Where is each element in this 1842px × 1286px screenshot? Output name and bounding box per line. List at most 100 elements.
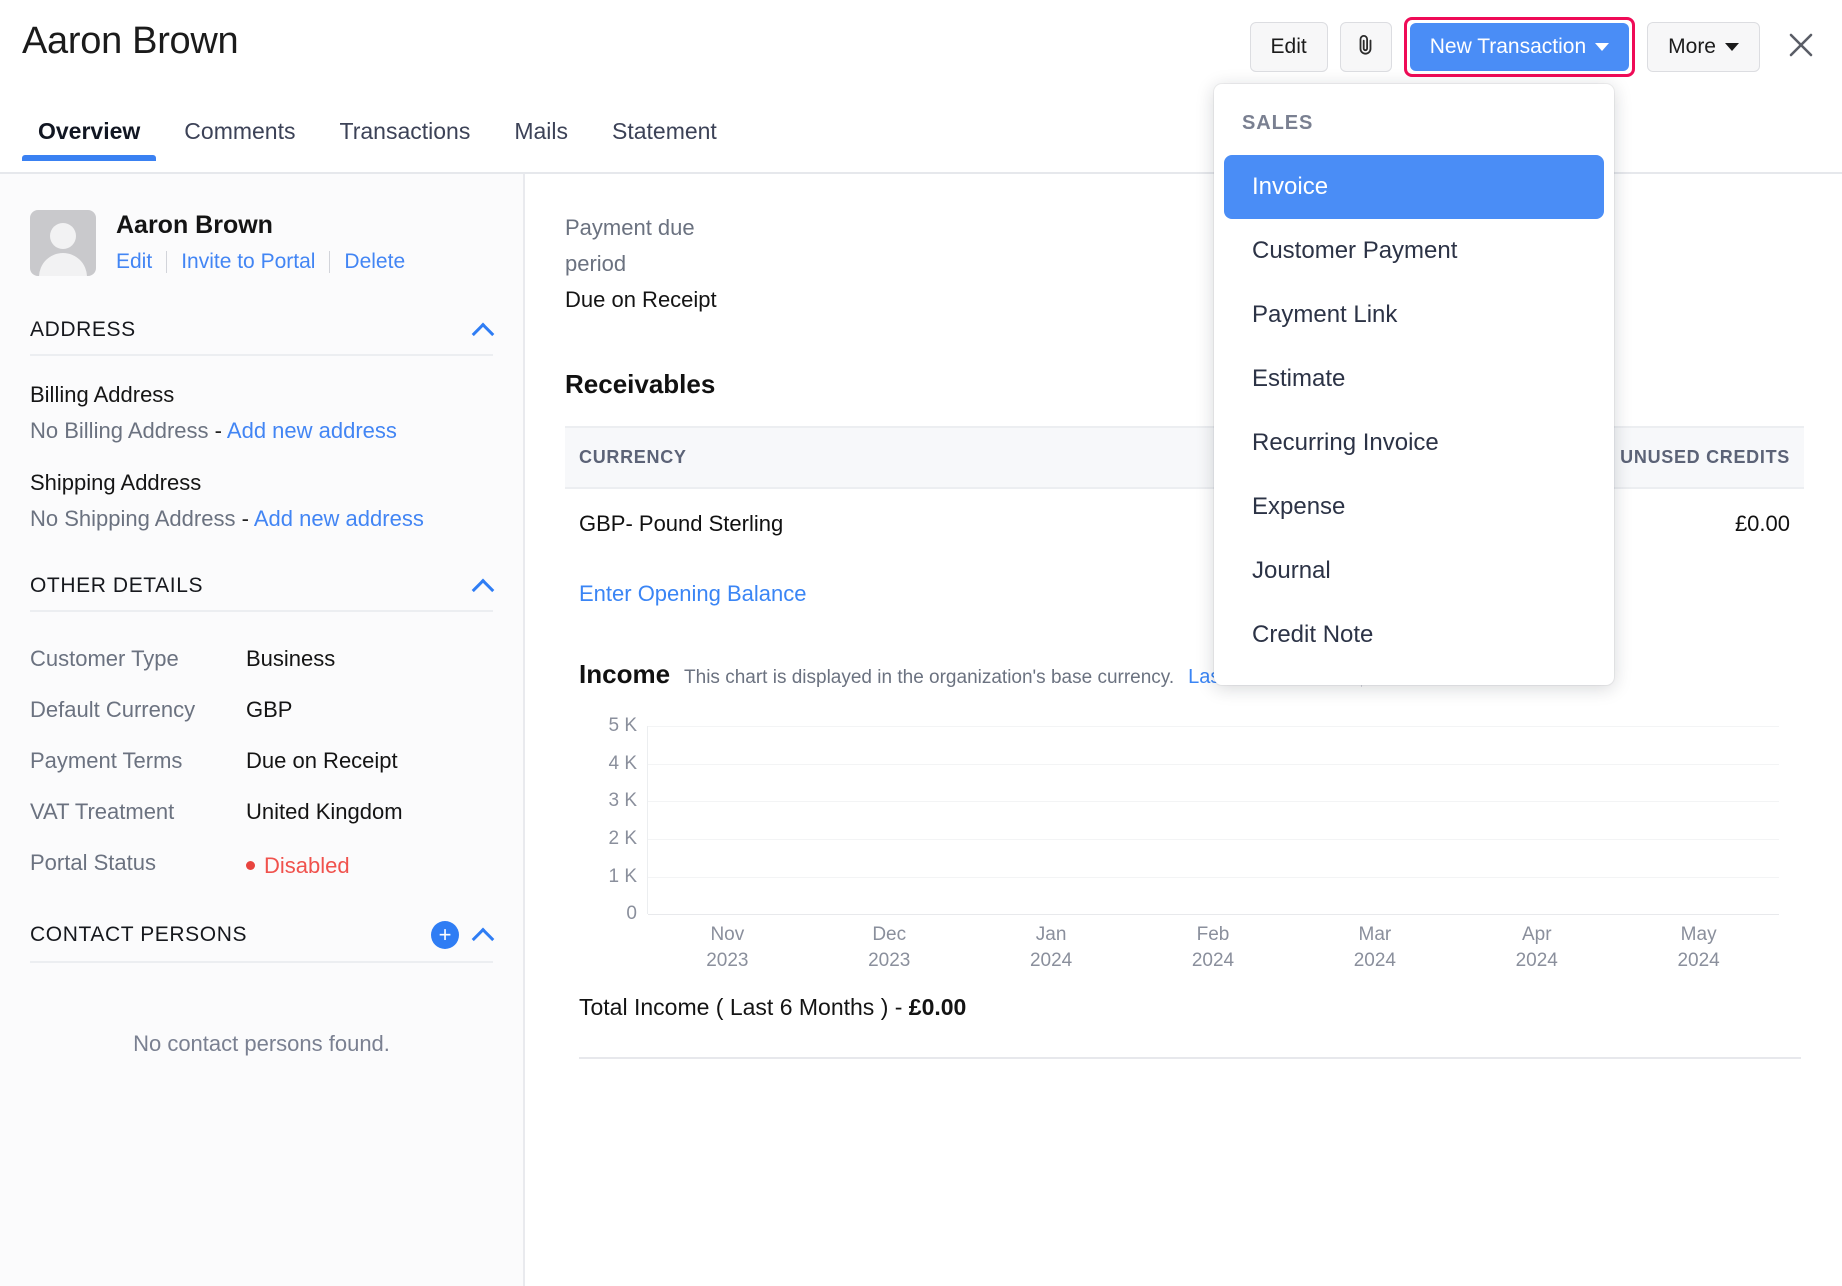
tab-comments[interactable]: Comments xyxy=(162,118,317,161)
column-header-currency: CURRENCY xyxy=(565,427,1185,488)
header-actions: Edit New Transaction More xyxy=(1250,17,1824,77)
tab-transactions[interactable]: Transactions xyxy=(318,118,493,161)
status-dot-icon xyxy=(246,861,255,870)
add-contact-person-button[interactable]: + xyxy=(431,921,459,949)
enter-opening-balance-link[interactable]: Enter Opening Balance xyxy=(579,581,807,607)
total-income-label: Total Income ( Last 6 Months ) - xyxy=(579,994,909,1020)
tab-overview[interactable]: Overview xyxy=(16,118,162,161)
menu-item-recurring-invoice[interactable]: Recurring Invoice xyxy=(1224,411,1604,475)
payment-due-period-value: Due on Receipt xyxy=(565,287,1804,313)
edit-button[interactable]: Edit xyxy=(1250,22,1328,72)
income-chart-title: Income xyxy=(579,659,670,690)
customer-profile: Aaron Brown Edit Invite to Portal Delete xyxy=(30,174,493,276)
x-tick-label: Nov 2023 xyxy=(706,922,748,973)
payment-due-period-label: Payment due period xyxy=(565,210,745,281)
chevron-down-icon xyxy=(1595,43,1609,51)
attachment-button[interactable] xyxy=(1340,22,1392,72)
detail-key: Default Currency xyxy=(30,697,246,723)
menu-item-credit-note[interactable]: Credit Note xyxy=(1224,603,1604,667)
menu-item-estimate[interactable]: Estimate xyxy=(1224,347,1604,411)
x-tick-label: Feb 2024 xyxy=(1192,922,1234,973)
gridline xyxy=(648,726,1779,727)
detail-row: Default Currency GBP xyxy=(30,697,493,723)
gridline xyxy=(648,839,1779,840)
x-tick-year: 2024 xyxy=(1677,950,1719,971)
income-chart-block: Income This chart is displayed in the or… xyxy=(579,659,1804,956)
new-transaction-dropdown-menu: SALES Invoice Customer Payment Payment L… xyxy=(1214,84,1614,685)
chevron-up-icon[interactable] xyxy=(473,576,493,596)
table-header-row: CURRENCY OUT UNUSED CREDITS xyxy=(565,427,1804,488)
contact-persons-section-title: CONTACT PERSONS xyxy=(30,923,247,947)
x-tick-label: Jan 2024 xyxy=(1030,922,1072,973)
menu-item-customer-payment[interactable]: Customer Payment xyxy=(1224,219,1604,283)
add-shipping-address-link[interactable]: Add new address xyxy=(254,506,424,531)
detail-value: United Kingdom xyxy=(246,799,403,825)
receivables-title: Receivables xyxy=(565,369,1804,400)
other-details-section-header[interactable]: OTHER DETAILS xyxy=(30,574,493,612)
gridline xyxy=(648,764,1779,765)
income-chart-header: Income This chart is displayed in the or… xyxy=(579,659,1804,690)
detail-row: Customer Type Business xyxy=(30,646,493,672)
detail-row: Payment Terms Due on Receipt xyxy=(30,748,493,774)
x-tick-year: 2024 xyxy=(1192,950,1234,971)
x-tick-month: Mar xyxy=(1359,924,1392,945)
contact-persons-empty-text: No contact persons found. xyxy=(30,1031,493,1057)
customer-name: Aaron Brown xyxy=(116,210,419,240)
shipping-address-value: No Shipping Address - Add new address xyxy=(30,506,493,532)
new-transaction-highlight: New Transaction xyxy=(1404,17,1635,77)
total-income-summary: Total Income ( Last 6 Months ) - £0.00 xyxy=(579,994,1804,1021)
more-label: More xyxy=(1668,35,1716,59)
avatar-head xyxy=(50,223,76,249)
x-tick-month: Nov xyxy=(710,924,744,945)
y-tick-label: 4 K xyxy=(608,753,637,775)
more-button[interactable]: More xyxy=(1647,22,1760,72)
address-section-controls xyxy=(473,320,493,340)
delete-link[interactable]: Delete xyxy=(330,250,419,274)
address-section-header[interactable]: ADDRESS xyxy=(30,318,493,356)
detail-row-portal-status: Portal Status Disabled xyxy=(30,850,493,879)
x-tick-label: Dec 2023 xyxy=(868,922,910,973)
profile-edit-link[interactable]: Edit xyxy=(116,250,166,274)
chart-plot-area xyxy=(647,726,1779,914)
chart-x-axis: Nov 2023 Dec 2023 Jan 2024 Feb 2024 Mar xyxy=(647,922,1779,982)
x-tick-month: Dec xyxy=(872,924,906,945)
menu-item-journal[interactable]: Journal xyxy=(1224,539,1604,603)
receivables-table: CURRENCY OUT UNUSED CREDITS GBP- Pound S… xyxy=(565,426,1804,559)
chevron-up-icon[interactable] xyxy=(473,320,493,340)
tab-statement[interactable]: Statement xyxy=(590,118,739,161)
chevron-up-icon[interactable] xyxy=(473,925,493,945)
x-tick-label: Apr 2024 xyxy=(1516,922,1558,973)
overview-main-panel: Payment due period Due on Receipt Receiv… xyxy=(527,174,1842,1286)
gridline xyxy=(648,877,1779,878)
y-tick-label: 0 xyxy=(626,903,637,925)
detail-key: Customer Type xyxy=(30,646,246,672)
avatar-body xyxy=(39,253,87,276)
cell-currency: GBP- Pound Sterling xyxy=(565,488,1185,559)
x-tick-month: Feb xyxy=(1197,924,1230,945)
contact-persons-section-header[interactable]: CONTACT PERSONS + xyxy=(30,921,493,963)
gridline xyxy=(648,801,1779,802)
tab-mails[interactable]: Mails xyxy=(492,118,590,161)
detail-value: Business xyxy=(246,646,335,672)
add-billing-address-link[interactable]: Add new address xyxy=(227,418,397,443)
billing-address-value: No Billing Address - Add new address xyxy=(30,418,493,444)
menu-item-invoice[interactable]: Invoice xyxy=(1224,155,1604,219)
x-tick-month: May xyxy=(1681,924,1717,945)
detail-key: Payment Terms xyxy=(30,748,246,774)
x-tick-year: 2024 xyxy=(1516,950,1558,971)
status-text: Disabled xyxy=(264,853,350,879)
y-tick-label: 1 K xyxy=(608,866,637,888)
page-title: Aaron Brown xyxy=(22,20,238,63)
new-transaction-button[interactable]: New Transaction xyxy=(1410,23,1629,71)
other-details-section-title: OTHER DETAILS xyxy=(30,574,203,598)
new-transaction-label: New Transaction xyxy=(1430,35,1586,59)
detail-row: VAT Treatment United Kingdom xyxy=(30,799,493,825)
section-divider xyxy=(579,1057,1801,1059)
menu-item-expense[interactable]: Expense xyxy=(1224,475,1604,539)
other-details-section-controls xyxy=(473,576,493,596)
invite-to-portal-link[interactable]: Invite to Portal xyxy=(167,250,329,274)
detail-value: Due on Receipt xyxy=(246,748,398,774)
close-button[interactable] xyxy=(1778,24,1824,70)
menu-item-payment-link[interactable]: Payment Link xyxy=(1224,283,1604,347)
chart-y-axis: 5 K 4 K 3 K 2 K 1 K 0 xyxy=(579,726,637,914)
